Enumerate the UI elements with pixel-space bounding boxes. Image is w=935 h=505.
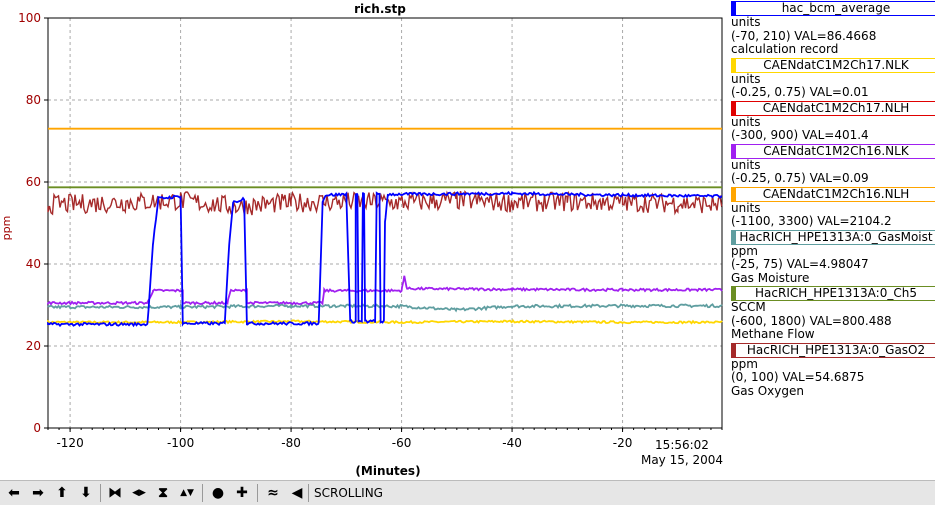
x-tick-label: -60	[392, 436, 412, 450]
y-tick-label: 0	[33, 421, 41, 435]
zoom-out-button[interactable]: ●	[208, 484, 228, 502]
x-tick-label: -100	[167, 436, 194, 450]
expand-vertical-icon: ▲▼	[180, 488, 194, 498]
legend-info-line: SCCM	[731, 300, 766, 314]
arrow-right-icon: ➡	[32, 485, 44, 501]
x-axis-label: (Minutes)	[355, 464, 420, 478]
legend-info-line: (0, 100) VAL=54.6875	[731, 370, 865, 384]
chart-title: rich.stp	[354, 2, 406, 16]
autoscale-button[interactable]: ≈	[263, 484, 283, 502]
timestamp-time: 15:56:02	[655, 438, 709, 452]
toolbar-separator	[100, 484, 101, 502]
legend-series-name[interactable]: hac_bcm_average	[731, 1, 935, 16]
legend-series-name[interactable]: HacRICH_HPE1313A:0_Ch5	[731, 286, 935, 301]
legend-series-name[interactable]: CAENdatC1M2Ch16.NLK	[731, 143, 935, 159]
timestamp-date: May 15, 2004	[641, 453, 723, 467]
legend-info-line: (-70, 210) VAL=86.4668	[731, 28, 877, 43]
legend-entry[interactable]: CAENdatC1M2Ch16.NLH units (-1100, 3300) VA…	[727, 186, 935, 229]
compress-x-button[interactable]: ⧓	[105, 484, 125, 502]
scroll-mode-button[interactable]: ◀	[287, 484, 307, 502]
legend-info-line: ppm	[731, 356, 758, 371]
arrow-left-icon: ⬅	[8, 485, 20, 501]
scroll-left-button[interactable]: ⬅	[4, 484, 24, 502]
y-tick-label: 60	[26, 175, 41, 189]
arrow-down-icon: ⬇	[80, 485, 92, 501]
scroll-mode-label: SCROLLING	[314, 486, 383, 500]
toolbar-separator	[257, 484, 258, 502]
plot-axes: 0 20 40 60 80 100 -120 -100 -80 -60 -40 -20	[18, 11, 723, 450]
legend-series-name[interactable]: HacRICH_HPE1313A:0_GasMoist	[731, 229, 935, 245]
legend-entry[interactable]: hac_bcm_average units (-70, 210) VAL=86.46…	[727, 1, 935, 57]
legend-info-line: Gas Moisture	[731, 270, 810, 285]
compress-horizontal-icon: ⧓	[108, 485, 122, 501]
x-tick-label: -80	[281, 436, 301, 450]
plot-series	[47, 127, 723, 328]
wave-icon: ≈	[267, 485, 279, 501]
expand-x-button[interactable]: ◀▶	[129, 484, 149, 502]
scroll-right-button[interactable]: ➡	[28, 484, 48, 502]
toolbar-separator	[202, 484, 203, 502]
toolbar: SCROLLING ⬅ ➡ ⬆ ⬇ ⧓ ◀▶ ⧗ ▲▼ ● ✚ ≈ ◀	[0, 480, 935, 505]
series-line	[47, 318, 723, 325]
toolbar-separator	[308, 484, 309, 502]
legend-series-name[interactable]: CAENdatC1M2Ch17.NLK	[731, 57, 935, 73]
legend-info-line: units	[731, 114, 761, 129]
scroll-up-button[interactable]: ⬆	[52, 484, 72, 502]
x-tick-label: -20	[613, 436, 633, 450]
legend-entry[interactable]: HacRICH_HPE1313A:0_GasO2 ppm (0, 100) VAL=…	[727, 342, 935, 399]
legend-info-line: (-1100, 3300) VAL=2104.2	[731, 214, 892, 228]
y-tick-label: 20	[26, 339, 41, 353]
expand-horizontal-icon: ◀▶	[132, 488, 146, 498]
y-tick-label: 80	[26, 93, 41, 107]
x-tick-label: -120	[56, 436, 83, 450]
compress-vertical-icon: ⧗	[158, 485, 168, 501]
strip-chart[interactable]: 0 20 40 60 80 100 -120 -100 -80 -60 -40 -20 rich.st…	[0, 0, 727, 480]
legend-entry[interactable]: CAENdatC1M2Ch16.NLK units (-0.25, 0.75) VA…	[727, 143, 935, 186]
legend-info-line: (-300, 900) VAL=401.4	[731, 128, 869, 142]
legend-info-line: calculation record	[731, 42, 839, 56]
legend-series-name[interactable]: CAENdatC1M2Ch17.NLH	[731, 100, 935, 116]
legend-panel: hac_bcm_average units (-70, 210) VAL=86.46…	[727, 0, 935, 398]
legend-info-line: Gas Oxygen	[731, 383, 804, 398]
expand-y-button[interactable]: ▲▼	[177, 484, 197, 502]
circle-icon: ●	[211, 485, 225, 501]
y-tick-label: 40	[26, 257, 41, 271]
compress-y-button[interactable]: ⧗	[153, 484, 173, 502]
legend-info-line: (-600, 1800) VAL=800.488	[731, 313, 892, 328]
legend-info-line: units	[731, 157, 761, 172]
legend-entry[interactable]: CAENdatC1M2Ch17.NLK units (-0.25, 0.75) VA…	[727, 57, 935, 100]
arrow-up-icon: ⬆	[56, 485, 68, 501]
scroll-back-icon: ◀	[291, 485, 303, 501]
y-tick-label: 100	[18, 11, 41, 25]
legend-info-line: (-0.25, 0.75) VAL=0.09	[731, 171, 869, 185]
legend-info-line: Methane Flow	[731, 327, 815, 341]
legend-series-name[interactable]: CAENdatC1M2Ch16.NLH	[731, 186, 935, 202]
legend-entry[interactable]: HacRICH_HPE1313A:0_Ch5 SCCM (-600, 1800) V…	[727, 286, 935, 342]
series-line	[47, 190, 723, 216]
legend-info-line: units	[731, 15, 761, 29]
legend-series-name[interactable]: HacRICH_HPE1313A:0_GasO2	[731, 342, 935, 358]
legend-info-line: (-0.25, 0.75) VAL=0.01	[731, 85, 869, 99]
legend-info-line: units	[731, 71, 761, 86]
zoom-in-button[interactable]: ✚	[232, 484, 252, 502]
legend-entry[interactable]: CAENdatC1M2Ch17.NLH units (-300, 900) VAL=…	[727, 100, 935, 143]
plus-icon: ✚	[236, 485, 248, 501]
x-tick-label: -40	[502, 436, 522, 450]
legend-info-line: ppm	[731, 243, 758, 258]
legend-info-line: (-25, 75) VAL=4.98047	[731, 257, 869, 271]
legend-info-line: units	[731, 200, 761, 215]
legend-entry[interactable]: HacRICH_HPE1313A:0_GasMoist ppm (-25, 75) …	[727, 229, 935, 286]
scroll-down-button[interactable]: ⬇	[76, 484, 96, 502]
y-axis-label: ppm	[0, 216, 13, 241]
